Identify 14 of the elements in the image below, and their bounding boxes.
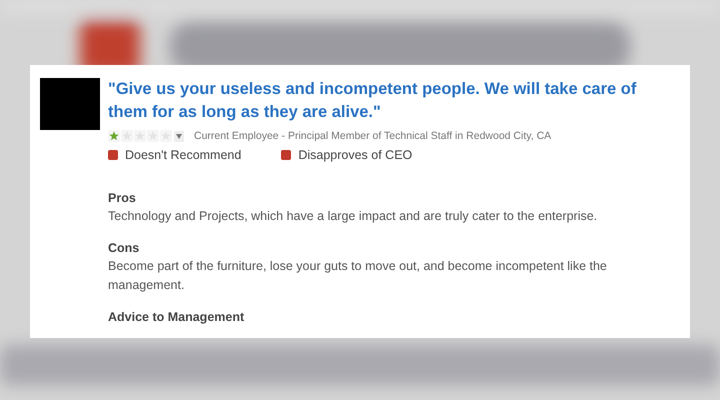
section-text: Become part of the furniture, lose your guts to move out, and become incompetent like the management.: [108, 258, 608, 294]
section-heading: Advice to Management: [108, 309, 246, 326]
flag-label: Doesn't Recommend: [125, 148, 242, 162]
caret-icon[interactable]: [174, 130, 184, 142]
flag-label: Disapproves of CEO: [298, 148, 412, 162]
review-title[interactable]: "Give us your useless and incompetent people. We will take care of them for as long as they are alive.": [108, 78, 680, 124]
avatar: [40, 78, 100, 130]
section-heading: Cons: [108, 240, 140, 257]
filled-star-icon: [108, 130, 120, 142]
section-heading: Pros: [108, 190, 137, 207]
flag-icon: [281, 150, 292, 160]
section-text: Technology and Projects, which have a large impact and are truly cater to the enterprise.: [108, 208, 598, 225]
author-info: Current Employee - Principal Member of Technical Staff in Redwood City, CA: [194, 130, 552, 142]
flag-icon: [108, 150, 118, 160]
